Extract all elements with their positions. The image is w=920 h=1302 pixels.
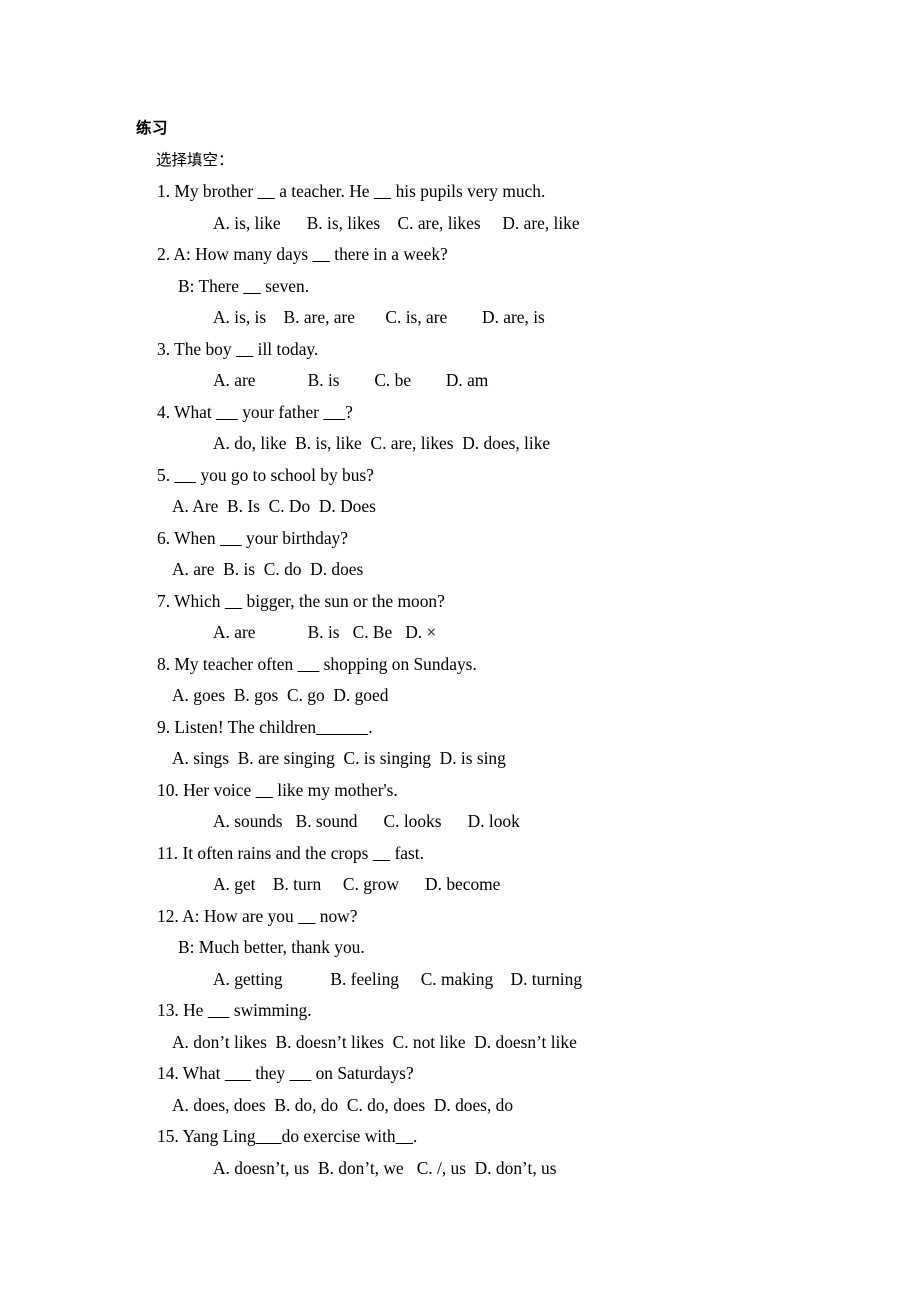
fill-in-blank[interactable] [220, 528, 242, 548]
question-stem: 13. He swimming. [157, 1000, 312, 1020]
question-item: 9. Listen! The children . A. sings B. are… [0, 712, 920, 775]
question-item: 12. A: How are you now? B: Much better, t… [0, 901, 920, 996]
question-item: 2. A: How many days there in a week? B: T… [0, 239, 920, 334]
fill-in-blank[interactable] [323, 402, 345, 422]
question-options[interactable]: A. don’t likes B. doesn’t likes C. not l… [172, 1027, 920, 1059]
question-dialogue-line: B: There seven. [178, 275, 310, 296]
fill-in-blank[interactable] [373, 843, 390, 863]
question-stem: 5. you go to school by bus? [157, 464, 374, 485]
fill-in-blank[interactable] [256, 1126, 282, 1146]
question-stem: 11. It often rains and the crops fast. [157, 842, 424, 863]
fill-in-blank[interactable] [174, 465, 196, 485]
fill-in-blank[interactable] [396, 1126, 413, 1146]
question-options[interactable]: A. goes B. gos C. go D. goed [172, 680, 920, 712]
question-stem: 8. My teacher often shopping on Sundays. [157, 653, 477, 674]
fill-in-blank[interactable] [225, 591, 242, 611]
question-options[interactable]: A. is, is B. are, are C. is, are D. are,… [213, 302, 920, 334]
document-page: 练习 选择填空： 1. My brother a teacher. He his… [0, 0, 920, 1302]
exercise-content: 练习 选择填空： 1. My brother a teacher. He his… [0, 113, 920, 1184]
fill-in-blank[interactable] [256, 780, 273, 800]
question-item: 1. My brother a teacher. He his pupils v… [0, 176, 920, 239]
fill-in-blank[interactable] [216, 402, 238, 422]
question-item: 4. What your father ? A. do, like B. is, … [0, 397, 920, 460]
fill-in-blank[interactable] [236, 339, 253, 359]
fill-in-blank[interactable] [243, 276, 260, 296]
question-options[interactable]: A. get B. turn C. grow D. become [213, 869, 920, 901]
question-options[interactable]: A. doesn’t, us B. don’t, we C. /, us D. … [213, 1153, 920, 1185]
question-item: 6. When your birthday? A. are B. is C. do… [0, 523, 920, 586]
page-title: 练习 [136, 119, 169, 137]
question-options[interactable]: A. sounds B. sound C. looks D. look [213, 806, 920, 838]
question-stem: 12. A: How are you now? [157, 905, 358, 926]
fill-in-blank[interactable] [374, 181, 391, 201]
question-stem: 2. A: How many days there in a week? [157, 244, 448, 264]
section-label-multiple-choice: 选择填空： [156, 150, 234, 169]
question-options[interactable]: A. are B. is C. Be D. × [213, 617, 920, 649]
question-stem: 1. My brother a teacher. He his pupils v… [157, 181, 546, 201]
question-stem: 6. When your birthday? [157, 527, 348, 548]
question-options[interactable]: A. getting B. feeling C. making D. turni… [213, 964, 920, 996]
question-stem: 14. What they on Saturdays? [157, 1063, 414, 1083]
fill-in-blank[interactable] [316, 717, 368, 737]
question-options[interactable]: A. Are B. Is C. Do D. Does [172, 491, 920, 523]
question-options[interactable]: A. are B. is C. be D. am [213, 365, 920, 397]
question-item: 15. Yang Ling do exercise with . A. doesn… [0, 1121, 920, 1184]
fill-in-blank[interactable] [290, 1063, 312, 1083]
question-stem: 9. Listen! The children . [157, 716, 373, 737]
question-options[interactable]: A. are B. is C. do D. does [172, 554, 920, 586]
fill-in-blank[interactable] [298, 654, 320, 674]
fill-in-blank[interactable] [257, 181, 274, 201]
question-options[interactable]: A. is, like B. is, likes C. are, likes D… [213, 208, 920, 240]
fill-in-blank[interactable] [225, 1063, 251, 1083]
question-options[interactable]: A. does, does B. do, do C. do, does D. d… [172, 1090, 920, 1122]
question-item: 8. My teacher often shopping on Sundays.… [0, 649, 920, 712]
fill-in-blank[interactable] [298, 906, 315, 926]
question-options[interactable]: A. do, like B. is, like C. are, likes D.… [213, 428, 920, 460]
question-item: 11. It often rains and the crops fast. A.… [0, 838, 920, 901]
question-item: 7. Which bigger, the sun or the moon? A. … [0, 586, 920, 649]
question-stem: 4. What your father ? [157, 401, 353, 422]
question-item: 13. He swimming. A. don’t likes B. doesn’… [0, 995, 920, 1058]
question-stem: 3. The boy ill today. [157, 338, 319, 359]
question-item: 14. What they on Saturdays? A. does, does… [0, 1058, 920, 1121]
fill-in-blank[interactable] [313, 244, 330, 264]
question-item: 5. you go to school by bus? A. Are B. Is … [0, 460, 920, 523]
question-item: 3. The boy ill today. A. are B. is C. be … [0, 334, 920, 397]
question-item: 10. Her voice like my mother's. A. sounds… [0, 775, 920, 838]
question-list: 1. My brother a teacher. He his pupils v… [0, 176, 920, 1184]
question-stem: 15. Yang Ling do exercise with . [157, 1126, 418, 1146]
question-options[interactable]: A. sings B. are singing C. is singing D.… [172, 743, 920, 775]
question-stem: 7. Which bigger, the sun or the moon? [157, 590, 445, 611]
question-dialogue-line: B: Much better, thank you. [178, 937, 365, 957]
question-stem: 10. Her voice like my mother's. [157, 779, 398, 800]
fill-in-blank[interactable] [208, 1000, 230, 1020]
